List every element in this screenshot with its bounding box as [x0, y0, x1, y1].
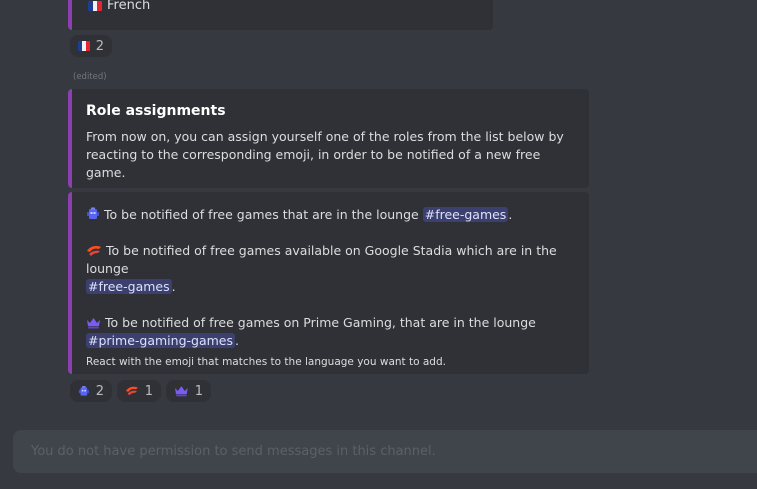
message-input-bar [13, 430, 757, 473]
crown-reaction-button[interactable]: 1 [166, 380, 211, 402]
reaction-count: 2 [95, 383, 104, 399]
stadia-icon [87, 246, 101, 256]
reaction-count: 1 [144, 383, 153, 399]
stadia-icon [125, 386, 138, 396]
line-suffix: . [171, 279, 176, 294]
embed-footer: React with the emoji that matches to the… [86, 356, 446, 368]
role-option-crown: To be notified of free games on Prime Ga… [86, 314, 573, 350]
reaction-count: 2 [95, 38, 104, 54]
free-games-channel-link[interactable]: #free-games [422, 207, 509, 222]
robot-icon [87, 207, 99, 219]
embed-description: From now on, you can assign yourself one… [86, 129, 564, 180]
free-games-channel-link[interactable]: #free-games [86, 279, 172, 294]
reaction-count: 1 [194, 383, 203, 399]
stadia-reaction-button[interactable]: 1 [117, 380, 161, 402]
role-option-text: To be notified of free games that are in… [104, 207, 419, 222]
message-input[interactable] [29, 443, 741, 460]
role-option-stadia: To be notified of free games available o… [86, 242, 573, 296]
french-embed: French [68, 0, 493, 30]
line-suffix: . [508, 207, 513, 222]
edited-label: (edited) [73, 72, 107, 82]
crown-icon [87, 318, 100, 329]
french-label: French [107, 0, 151, 13]
role-options-embed: To be notified of free games that are in… [68, 192, 589, 374]
role-option-text: To be notified of free games on Prime Ga… [105, 315, 536, 330]
embed-title: Role assignments [86, 103, 226, 119]
role-option-robot: To be notified of free games that are in… [86, 206, 573, 224]
french-flag-icon [88, 0, 102, 11]
role-assignments-embed: Role assignments From now on, you can as… [68, 89, 589, 188]
role-option-text: To be notified of free games available o… [86, 243, 557, 276]
prime-gaming-games-channel-link[interactable]: #prime-gaming-games [86, 333, 235, 348]
line-suffix: . [234, 333, 239, 348]
robot-icon [78, 385, 89, 396]
robot-reaction-button[interactable]: 2 [70, 380, 112, 402]
french-flag-icon [78, 41, 90, 51]
crown-icon [174, 386, 188, 397]
french-reaction-button[interactable]: 2 [70, 35, 112, 57]
french-language-line: French [88, 0, 150, 13]
